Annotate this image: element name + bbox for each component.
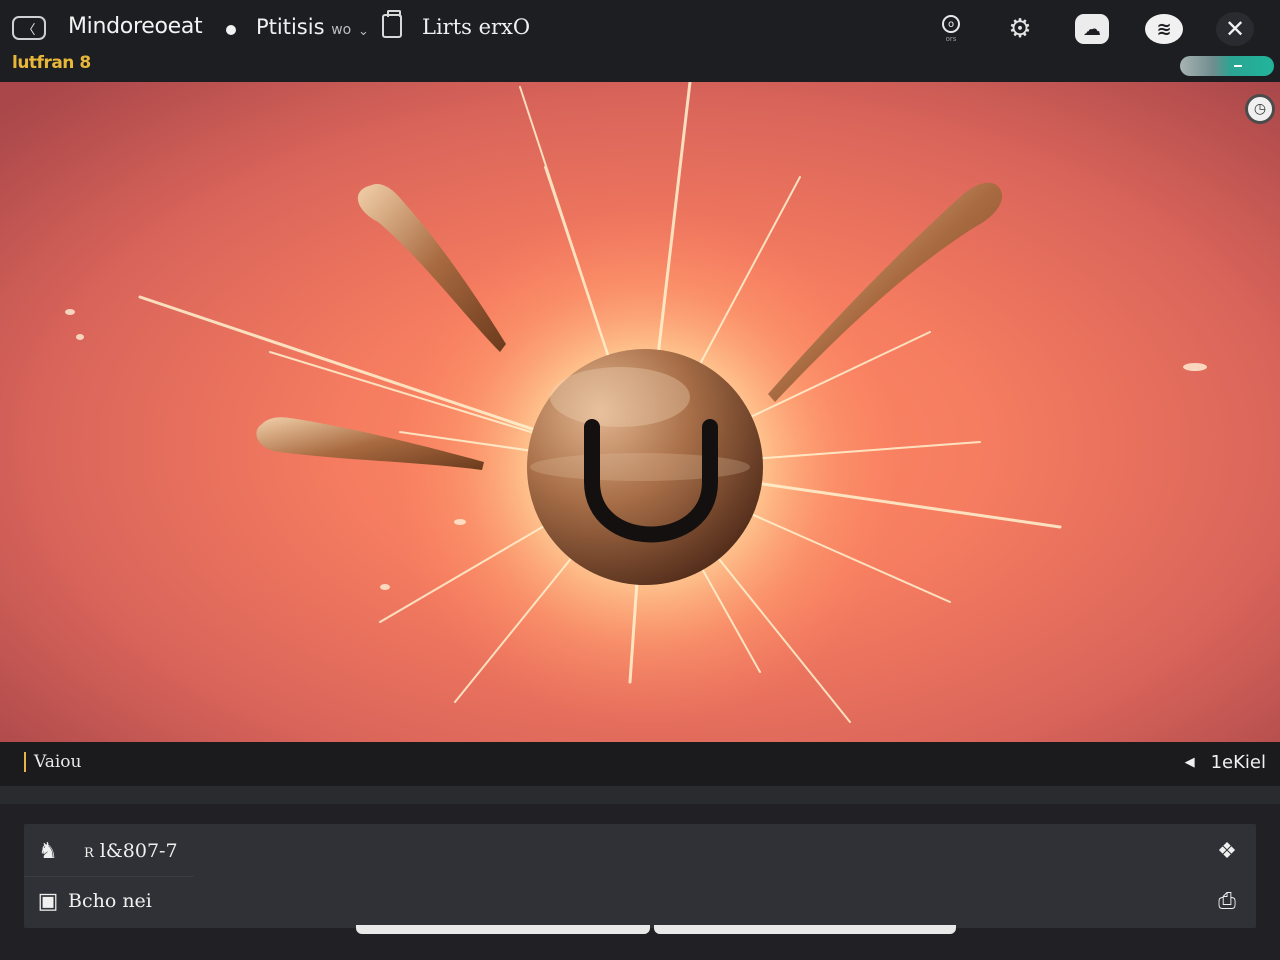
page-subtitle: lutfran 8: [12, 53, 91, 73]
scroll-segment-left: [356, 925, 650, 934]
timer-ring: o: [942, 15, 960, 33]
breadcrumb-suffix: wo: [331, 22, 352, 38]
details-panel: ♞ Rl&807-7 ❖ ▣ Bcho nei ⎙: [24, 824, 1256, 928]
separator-dot: [226, 25, 236, 35]
app-title: Mindoreoeat: [68, 14, 203, 39]
clock-icon[interactable]: ◷: [1245, 94, 1275, 124]
scroll-segment-right: [654, 925, 956, 934]
toggle-knob: [1234, 65, 1242, 67]
row-prefix: R: [84, 846, 94, 861]
chat-icon[interactable]: ≋: [1145, 10, 1183, 48]
back-icon[interactable]: 〈: [12, 16, 46, 40]
cloud-icon[interactable]: ☁: [1073, 10, 1111, 48]
timer-icon[interactable]: o ors: [932, 10, 970, 48]
timer-caption: ors: [945, 35, 957, 43]
section-divider: [0, 786, 1280, 804]
list-item[interactable]: ♞ Rl&807-7 ❖: [24, 826, 1256, 876]
row-value: l&807-7: [99, 840, 178, 862]
profile-icon: ▣: [37, 888, 59, 914]
close-icon[interactable]: ✕: [1216, 10, 1254, 48]
status-label: Vaiou: [34, 752, 82, 772]
list-item[interactable]: ▣ Bcho nei ⎙: [24, 876, 1256, 926]
location-icon[interactable]: ❖: [1212, 836, 1242, 866]
clipboard-icon[interactable]: [382, 10, 402, 38]
printer-icon[interactable]: ⎙: [1212, 886, 1242, 916]
mode-toggle[interactable]: [1180, 56, 1274, 76]
hero-illustration: [65, 82, 1207, 737]
breadcrumb-item-1[interactable]: Ptitisis wo: [256, 15, 351, 39]
status-right: ◀ 1eKiel: [1185, 752, 1266, 773]
row-text: Bcho nei: [68, 890, 152, 912]
status-value: 1eKiel: [1210, 752, 1266, 773]
status-left: Vaiou: [24, 752, 81, 772]
breadcrumb-item-2[interactable]: Lirts erxO: [422, 15, 530, 39]
scrollbar[interactable]: [356, 925, 956, 934]
robot-icon[interactable]: ⚙: [1001, 10, 1039, 48]
row-text: Rl&807-7: [84, 840, 178, 862]
hero-canvas: ◷: [0, 82, 1280, 742]
user-icon: ♞: [38, 838, 58, 864]
status-bar: Vaiou ◀ 1eKiel: [0, 742, 1280, 786]
chevron-down-icon[interactable]: ⌄: [358, 24, 369, 39]
accent-bar: [24, 752, 26, 772]
play-back-icon[interactable]: ◀: [1185, 755, 1195, 770]
breadcrumb-label: Ptitisis: [256, 15, 325, 39]
top-bar: 〈 Mindoreoeat Ptitisis wo ⌄ Lirts erxO l…: [0, 0, 1280, 82]
